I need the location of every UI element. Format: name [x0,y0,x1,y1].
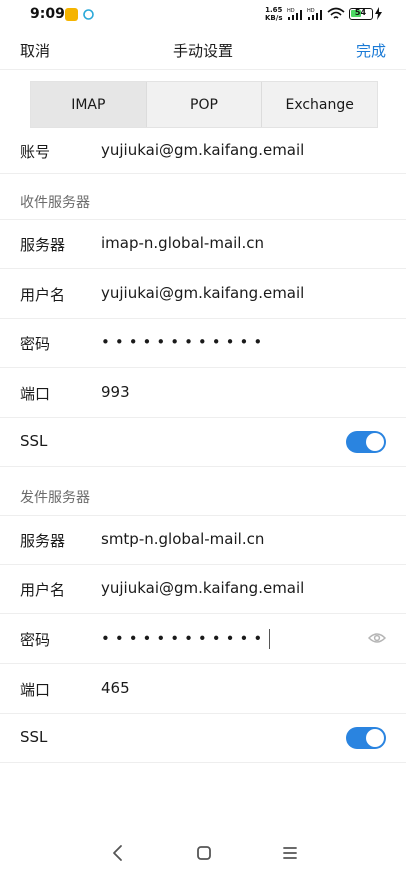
cloud-app-icon [83,9,94,20]
outgoing-password-dots: •••••••••••• [101,629,268,648]
outgoing-port-label: 端口 [20,681,51,699]
tab-exchange[interactable]: Exchange [262,82,378,127]
incoming-ssl-toggle[interactable] [346,431,386,453]
outgoing-password-label: 密码 [20,631,51,649]
text-cursor [269,629,271,649]
notes-app-icon [65,8,78,21]
incoming-ssl-label: SSL [20,432,48,450]
home-icon[interactable] [196,845,212,861]
incoming-ssl-row: SSL [0,418,406,467]
incoming-password-field[interactable]: •••••••••••• [101,333,267,351]
outgoing-server-label: 服务器 [20,532,66,550]
protocol-tabs: IMAP POP Exchange [30,81,378,128]
eye-icon[interactable] [368,632,386,644]
incoming-port-row[interactable]: 端口 993 [0,368,406,418]
incoming-password-label: 密码 [20,335,51,353]
incoming-server-row[interactable]: 服务器 imap-n.global-mail.cn [0,219,406,269]
status-bar: 9:09 1.65 KB/s HD HD 54 [0,0,406,30]
incoming-user-label: 用户名 [20,286,66,304]
incoming-server-label: 服务器 [20,236,66,254]
wifi-icon [327,7,345,19]
incoming-user-field[interactable]: yujiukai@gm.kaifang.email [101,284,304,302]
tab-imap[interactable]: IMAP [31,82,147,127]
outgoing-user-row[interactable]: 用户名 yujiukai@gm.kaifang.email [0,565,406,614]
outgoing-ssl-toggle[interactable] [346,727,386,749]
battery-indicator: 54 [349,8,373,20]
incoming-port-field[interactable]: 993 [101,383,130,401]
menu-icon[interactable] [282,846,298,860]
outgoing-server-row[interactable]: 服务器 smtp-n.global-mail.cn [0,515,406,565]
charging-icon [375,7,382,20]
outgoing-user-label: 用户名 [20,581,66,599]
toggle-knob [366,433,384,451]
incoming-user-row[interactable]: 用户名 yujiukai@gm.kaifang.email [0,269,406,319]
outgoing-ssl-label: SSL [20,728,48,746]
incoming-server-header: 收件服务器 [20,195,90,211]
svg-text:HD: HD [307,8,315,14]
account-label: 账号 [20,143,51,161]
page-title: 手动设置 [172,42,233,60]
outgoing-port-field[interactable]: 465 [101,679,130,697]
battery-text: 54 [354,8,367,17]
tab-pop[interactable]: POP [146,82,263,127]
done-button[interactable]: 完成 [356,40,386,61]
back-icon[interactable] [110,844,126,862]
incoming-password-row[interactable]: 密码 •••••••••••• [0,319,406,368]
outgoing-server-field[interactable]: smtp-n.global-mail.cn [101,530,264,548]
toggle-knob [366,729,384,747]
signal-icon-2: HD [307,8,322,20]
incoming-server-field[interactable]: imap-n.global-mail.cn [101,234,264,252]
outgoing-password-field[interactable]: •••••••••••• [101,629,271,649]
outgoing-port-row[interactable]: 端口 465 [0,664,406,714]
cancel-button[interactable]: 取消 [20,40,50,61]
nav-bar: 取消 手动设置 完成 [0,30,406,70]
outgoing-user-field[interactable]: yujiukai@gm.kaifang.email [101,579,304,597]
account-field[interactable]: yujiukai@gm.kaifang.email [101,141,304,159]
outgoing-ssl-row: SSL [0,714,406,763]
incoming-port-label: 端口 [20,385,51,403]
network-speed: 1.65 KB/s [265,6,283,22]
signal-icon: HD [287,8,302,20]
svg-text:HD: HD [287,8,295,14]
outgoing-password-row[interactable]: 密码 •••••••••••• [0,614,406,664]
system-nav-bar [0,832,406,873]
account-row[interactable]: 账号 yujiukai@gm.kaifang.email [0,128,406,174]
outgoing-server-header: 发件服务器 [20,490,90,506]
status-time: 9:09 [30,6,65,22]
